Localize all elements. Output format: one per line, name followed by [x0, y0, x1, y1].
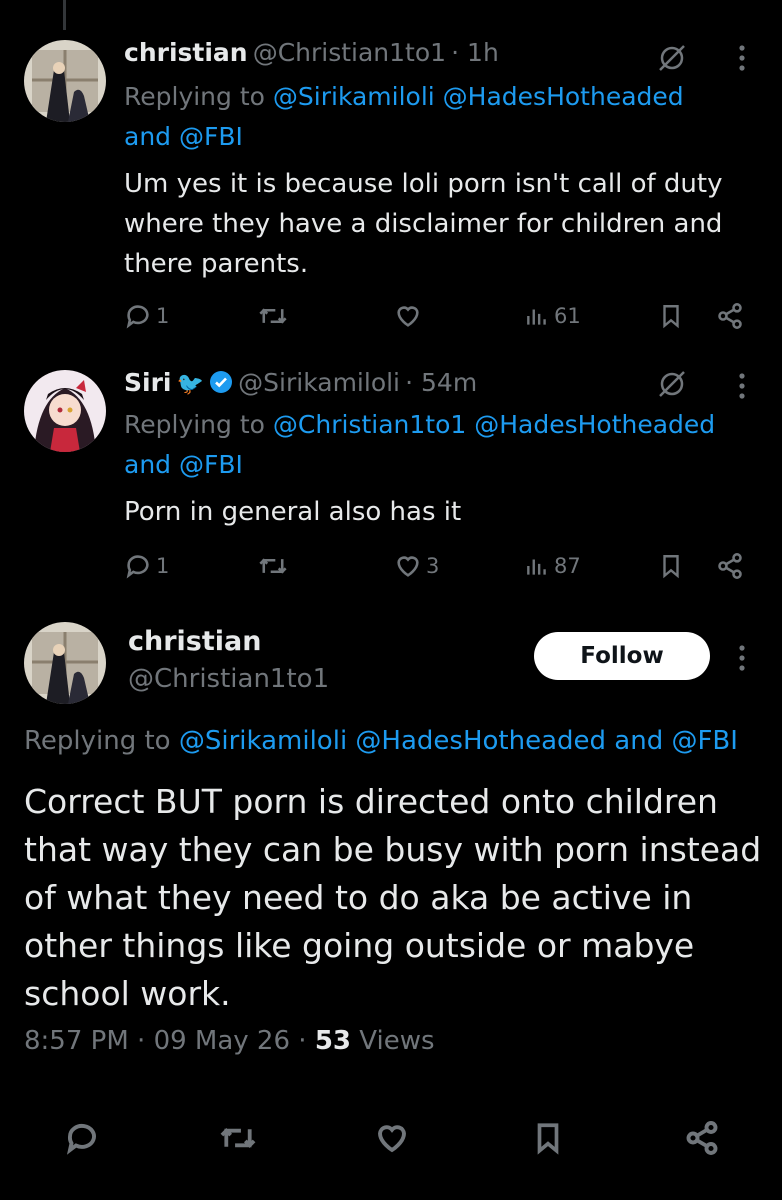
views-label: Views	[359, 1026, 435, 1056]
avatar[interactable]	[24, 370, 106, 452]
user-name[interactable]: christian	[128, 626, 261, 657]
tweet-time[interactable]: · 1h	[451, 38, 499, 67]
views-button[interactable]: 87	[524, 546, 581, 586]
heart-icon	[397, 556, 419, 577]
tweet-actions: 1 61	[124, 296, 754, 336]
tweet-meta: 8:57 PM · 09 May 26 · 53 Views	[24, 1026, 435, 1056]
more-options-icon[interactable]	[736, 40, 748, 76]
analytics-icon	[527, 559, 546, 575]
analytics-icon	[527, 309, 546, 325]
reply-button[interactable]: 1	[124, 296, 169, 336]
like-button[interactable]: 3	[394, 546, 439, 586]
reply-button[interactable]: 1	[124, 546, 169, 586]
reply-button[interactable]	[56, 1112, 108, 1164]
tweet-text: Porn in general also has it	[124, 497, 462, 527]
tweet-text: Um yes it is because loli porn isn't cal…	[124, 169, 723, 279]
more-options-icon[interactable]	[736, 368, 748, 404]
bookmark-button[interactable]	[522, 1112, 574, 1164]
mention-link-fbi[interactable]: and @FBI	[124, 450, 243, 479]
user-handle[interactable]: @Christian1to1	[253, 38, 446, 67]
replying-to: Replying to @Christian1to1 @HadesHothead…	[124, 410, 716, 439]
tweet-header: christian @Christian1to1 · 1h	[124, 38, 499, 67]
replying-to-continued: and @FBI	[124, 122, 243, 151]
main-tweet-actions	[0, 1112, 782, 1164]
more-options-icon[interactable]	[736, 640, 748, 676]
views-count: 53	[314, 1026, 351, 1056]
heart-icon	[378, 1125, 406, 1153]
retweet-icon	[220, 1128, 256, 1148]
mention-links[interactable]: @Sirikamiloli @HadesHotheaded	[273, 82, 684, 111]
share-icon	[686, 1121, 718, 1155]
user-name[interactable]: christian	[124, 38, 248, 67]
mention-link-fbi[interactable]: and @FBI	[124, 122, 243, 151]
like-button[interactable]	[394, 296, 426, 336]
retweet-icon	[259, 308, 287, 324]
share-button[interactable]	[716, 296, 744, 336]
views-button[interactable]: 61	[524, 296, 581, 336]
main-user-name-row: christian	[128, 626, 261, 657]
share-button[interactable]	[716, 546, 744, 586]
replying-to-continued: and @FBI	[124, 450, 243, 479]
bookmark-button[interactable]	[658, 546, 684, 586]
reply-icon	[126, 305, 149, 329]
reply-icon	[66, 1123, 96, 1155]
main-tweet-text: Correct BUT porn is directed onto childr…	[24, 782, 762, 1013]
tweet-header: Siri 🐦 @Sirikamiloli · 54m	[124, 368, 477, 397]
main-user-handle-row: @Christian1to1	[128, 664, 329, 694]
retweet-button[interactable]	[258, 546, 288, 586]
thread-line	[63, 0, 66, 30]
replying-to: Replying to @Sirikamiloli @HadesHotheade…	[124, 82, 684, 111]
user-name[interactable]: Siri	[124, 368, 171, 397]
user-handle[interactable]: @Sirikamiloli	[238, 368, 400, 397]
reply-icon	[126, 555, 149, 579]
share-icon	[718, 553, 742, 579]
bookmark-icon	[663, 555, 679, 579]
verified-badge-icon	[210, 371, 233, 393]
mention-links[interactable]: @Sirikamiloli @HadesHotheaded and @FBI	[179, 726, 738, 756]
grok-icon[interactable]	[654, 366, 690, 402]
bookmark-icon	[663, 305, 679, 329]
grok-icon[interactable]	[654, 40, 690, 76]
name-emoji: 🐦	[176, 372, 204, 397]
bookmark-button[interactable]	[658, 296, 684, 336]
share-button[interactable]	[676, 1112, 728, 1164]
tweet-timestamp[interactable]: 8:57 PM	[24, 1026, 129, 1056]
tweet-date[interactable]: 09 May 26	[154, 1026, 290, 1056]
share-icon	[718, 303, 742, 329]
retweet-icon	[259, 558, 287, 574]
avatar[interactable]	[24, 622, 106, 704]
heart-icon	[397, 306, 419, 327]
replying-to: Replying to @Sirikamiloli @HadesHotheade…	[24, 726, 738, 756]
follow-button[interactable]: Follow	[534, 632, 710, 680]
mention-links[interactable]: @Christian1to1 @HadesHotheaded	[273, 410, 715, 439]
retweet-button[interactable]	[258, 296, 288, 336]
avatar[interactable]	[24, 40, 106, 122]
bookmark-icon	[537, 1123, 559, 1155]
tweet-actions: 1 3 87	[124, 546, 754, 586]
user-handle[interactable]: @Christian1to1	[128, 664, 329, 694]
tweet-time[interactable]: · 54m	[405, 368, 477, 397]
like-button[interactable]	[366, 1112, 418, 1164]
retweet-button[interactable]	[212, 1112, 264, 1164]
